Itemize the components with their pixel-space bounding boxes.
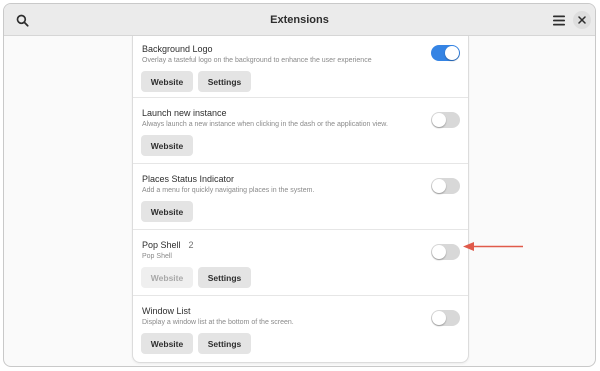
extension-row-pop-shell: Pop Shell 2 Pop Shell Website Settings (133, 230, 468, 296)
toggle-knob (432, 113, 446, 127)
settings-button[interactable]: Settings (198, 333, 251, 354)
extensions-window: Extensions Background Logo Overlay a tas… (3, 3, 596, 367)
website-button: Website (141, 267, 193, 288)
extension-row-background-logo: Background Logo Overlay a tasteful logo … (133, 36, 468, 98)
settings-button[interactable]: Settings (198, 71, 251, 92)
search-button[interactable] (10, 8, 34, 32)
hamburger-menu-icon (553, 15, 565, 25)
extension-toggle[interactable] (431, 178, 460, 194)
extension-name-text: Pop Shell (142, 240, 181, 250)
header-bar: Extensions (4, 4, 595, 36)
toggle-knob (432, 179, 446, 193)
extension-name: Pop Shell 2 (142, 240, 194, 250)
extension-description: Display a window list at the bottom of t… (142, 319, 294, 326)
extension-name: Launch new instance (142, 108, 227, 118)
close-button-bg (573, 11, 591, 29)
extension-toggle[interactable] (431, 310, 460, 326)
extension-description: Pop Shell (142, 253, 172, 260)
close-button[interactable] (570, 8, 594, 32)
main-menu-button[interactable] (547, 8, 571, 32)
website-button[interactable]: Website (141, 201, 193, 222)
extensions-list: Background Logo Overlay a tasteful logo … (132, 36, 469, 363)
extension-name: Background Logo (142, 44, 213, 54)
toggle-knob (432, 245, 446, 259)
website-button[interactable]: Website (141, 135, 193, 156)
website-button[interactable]: Website (141, 71, 193, 92)
extension-description: Overlay a tasteful logo on the backgroun… (142, 57, 372, 64)
extension-toggle[interactable] (431, 244, 460, 260)
extension-description: Add a menu for quickly navigating places… (142, 187, 315, 194)
extension-description: Always launch a new instance when clicki… (142, 121, 388, 128)
search-icon (16, 14, 29, 27)
toggle-knob (445, 46, 459, 60)
toggle-knob (432, 311, 446, 325)
settings-button[interactable]: Settings (198, 267, 251, 288)
extension-row-window-list: Window List Display a window list at the… (133, 296, 468, 362)
extension-row-launch-new-instance: Launch new instance Always launch a new … (133, 98, 468, 164)
close-icon (578, 16, 586, 24)
website-button[interactable]: Website (141, 333, 193, 354)
extension-row-places-status-indicator: Places Status Indicator Add a menu for q… (133, 164, 468, 230)
content-scroll-area[interactable]: Background Logo Overlay a tasteful logo … (4, 36, 595, 366)
extension-count: 2 (188, 240, 194, 250)
extension-name: Window List (142, 306, 191, 316)
extension-toggle[interactable] (431, 112, 460, 128)
extension-name: Places Status Indicator (142, 174, 235, 184)
extension-toggle[interactable] (431, 45, 460, 61)
window-title: Extensions (270, 13, 329, 26)
